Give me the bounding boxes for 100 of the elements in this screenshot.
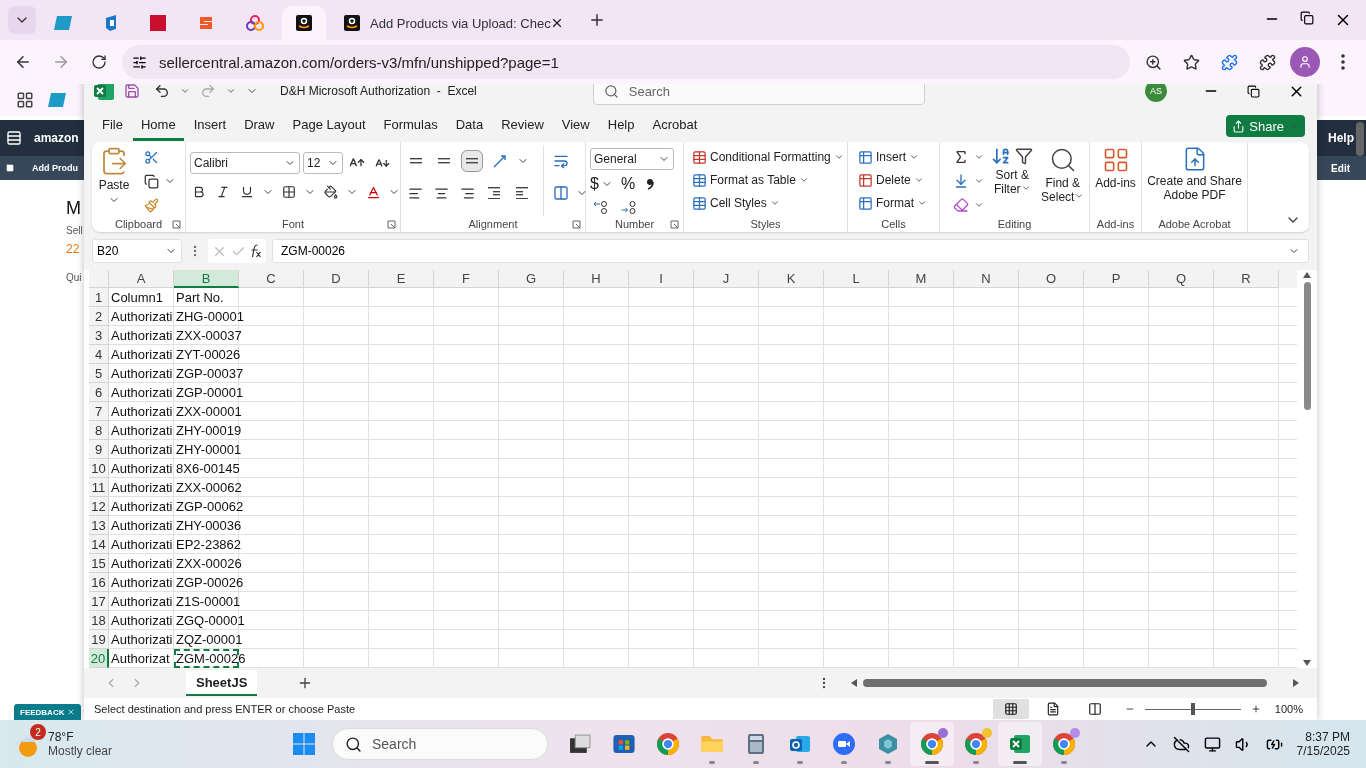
row-header[interactable]: 6 — [89, 383, 109, 402]
row-header[interactable]: 16 — [89, 573, 109, 592]
ribbon-tab[interactable]: Page Layout — [284, 111, 374, 141]
cell-text: Authorizati — [110, 385, 173, 400]
row-header[interactable]: 3 — [89, 326, 109, 345]
temperature: 78°F — [48, 730, 75, 744]
cell-text: ZHY-00019 — [175, 423, 242, 438]
create-pdf-button[interactable]: Create and Share Adobe PDF — [1146, 146, 1243, 216]
column-header[interactable]: K — [759, 270, 824, 288]
row-header[interactable]: 19 — [89, 630, 109, 649]
cells-button[interactable]: Insert — [858, 146, 927, 168]
row-header[interactable]: 9 — [89, 440, 109, 459]
ribbon-tab[interactable]: Review — [493, 111, 552, 141]
column-header[interactable]: H — [564, 270, 629, 288]
row-header[interactable]: 18 — [89, 611, 109, 630]
group-label: Clipboard — [114, 218, 163, 230]
styles-button[interactable]: Format as Table — [692, 169, 844, 191]
feedback-button[interactable]: FEEDBACK — [14, 704, 82, 720]
cell-text: Authorizati — [110, 632, 173, 647]
group-label: Add-ins — [1096, 218, 1135, 230]
brand-name: amazon — [34, 131, 79, 145]
cell-text: Authorizati — [110, 404, 173, 419]
column-header[interactable]: B — [174, 270, 239, 288]
cell-text: Authorizati — [110, 575, 173, 590]
ribbon-tab[interactable]: Insert — [185, 111, 235, 141]
row-header[interactable]: 11 — [89, 478, 109, 497]
row-header[interactable]: 12 — [89, 497, 109, 516]
font-name-select[interactable]: Calibri — [190, 152, 300, 174]
user-avatar[interactable]: AS — [1145, 84, 1167, 102]
ribbon-tab[interactable]: View — [553, 111, 598, 141]
cell-text: Authorizati — [110, 461, 173, 476]
column-header[interactable]: F — [434, 270, 499, 288]
ribbon-tab[interactable]: File — [94, 111, 131, 141]
paste-button[interactable]: Paste — [96, 146, 132, 216]
cell-text: ZGP-00037 — [175, 366, 244, 381]
group-label: Adobe Acrobat — [1158, 218, 1231, 230]
column-header[interactable]: L — [824, 270, 889, 288]
font-size-select[interactable]: 12 — [303, 152, 343, 174]
row-header[interactable]: 14 — [89, 535, 109, 554]
column-header[interactable]: M — [889, 270, 954, 288]
column-header[interactable]: C — [239, 270, 304, 288]
percent-button[interactable]: % — [620, 173, 636, 195]
sheet-tab[interactable]: SheetJS — [186, 670, 258, 696]
clock-time[interactable]: 8:37 PM — [1305, 730, 1350, 744]
page-heading: M — [66, 198, 81, 219]
ribbon-tab[interactable]: Acrobat — [644, 111, 706, 141]
row-header[interactable]: 8 — [89, 421, 109, 440]
address-bar[interactable]: sellercentral.amazon.com/orders-v3/mfn/unshipped?page=1 — [122, 45, 1130, 79]
row-header[interactable]: 20 — [89, 649, 109, 668]
column-header[interactable]: P — [1084, 270, 1149, 288]
sort-filter-button[interactable]: Sort & Filter — [990, 146, 1035, 216]
row-header[interactable]: 2 — [89, 307, 109, 326]
cell-text: ZHY-00036 — [175, 518, 242, 533]
column-header[interactable]: Q — [1149, 270, 1214, 288]
column-header[interactable]: D — [304, 270, 369, 288]
row-header[interactable]: 4 — [89, 345, 109, 364]
column-header[interactable]: O — [1019, 270, 1084, 288]
search-field[interactable]: Search — [592, 84, 925, 105]
column-header[interactable]: R — [1214, 270, 1279, 288]
find-select-button[interactable]: Find & Select — [1040, 146, 1085, 216]
ribbon-tab[interactable]: Data — [447, 111, 492, 141]
cell-text: EP2-23862 — [175, 537, 242, 552]
cells-button[interactable]: Delete — [858, 169, 927, 191]
ribbon-tab[interactable]: Help — [599, 111, 643, 141]
browser-tab[interactable]: Add Products via Upload: Chec — [330, 6, 578, 40]
column-header[interactable]: I — [629, 270, 694, 288]
cells-button[interactable]: Format — [858, 192, 927, 214]
column-header[interactable]: G — [499, 270, 564, 288]
row-header[interactable]: 13 — [89, 516, 109, 535]
cell-text: Z1S-00001 — [175, 594, 241, 609]
currency-button[interactable]: $ — [590, 173, 613, 195]
taskbar-search-field[interactable]: Search — [332, 728, 548, 760]
ribbon-tab[interactable]: Draw — [236, 111, 283, 141]
ribbon-tab[interactable]: Formulas — [375, 111, 446, 141]
cell-text: Authorizati — [110, 442, 173, 457]
row-header[interactable]: 1 — [89, 288, 109, 307]
clock-date[interactable]: 7/15/2025 — [1296, 744, 1350, 758]
row-header[interactable]: 5 — [89, 364, 109, 383]
cell-text: Authorizati — [110, 594, 173, 609]
column-header[interactable]: N — [954, 270, 1019, 288]
column-header[interactable]: E — [369, 270, 434, 288]
row-header[interactable]: 17 — [89, 592, 109, 611]
name-box[interactable]: B20 — [92, 239, 182, 263]
number-format-select[interactable]: General — [590, 148, 674, 170]
formula-field[interactable]: ZGM-00026 — [272, 239, 1309, 263]
row-header[interactable]: 10 — [89, 459, 109, 478]
cell-text: Authorizati — [110, 480, 173, 495]
share-button[interactable]: Share — [1226, 115, 1305, 137]
column-header[interactable]: J — [694, 270, 759, 288]
row-header[interactable]: 15 — [89, 554, 109, 573]
group-label: Number — [614, 218, 655, 230]
cell-text: Authorizati — [110, 366, 173, 381]
row-header[interactable]: 7 — [89, 402, 109, 421]
styles-button[interactable]: Conditional Formatting — [692, 146, 844, 168]
cell-text: Authorizati — [110, 556, 173, 571]
column-header[interactable]: A — [109, 270, 174, 288]
add-ins-button[interactable]: Add-ins — [1094, 146, 1137, 216]
group-label: Editing — [997, 218, 1032, 230]
styles-button[interactable]: Cell Styles — [692, 192, 844, 214]
cell-text: ZQZ-00001 — [175, 632, 243, 647]
